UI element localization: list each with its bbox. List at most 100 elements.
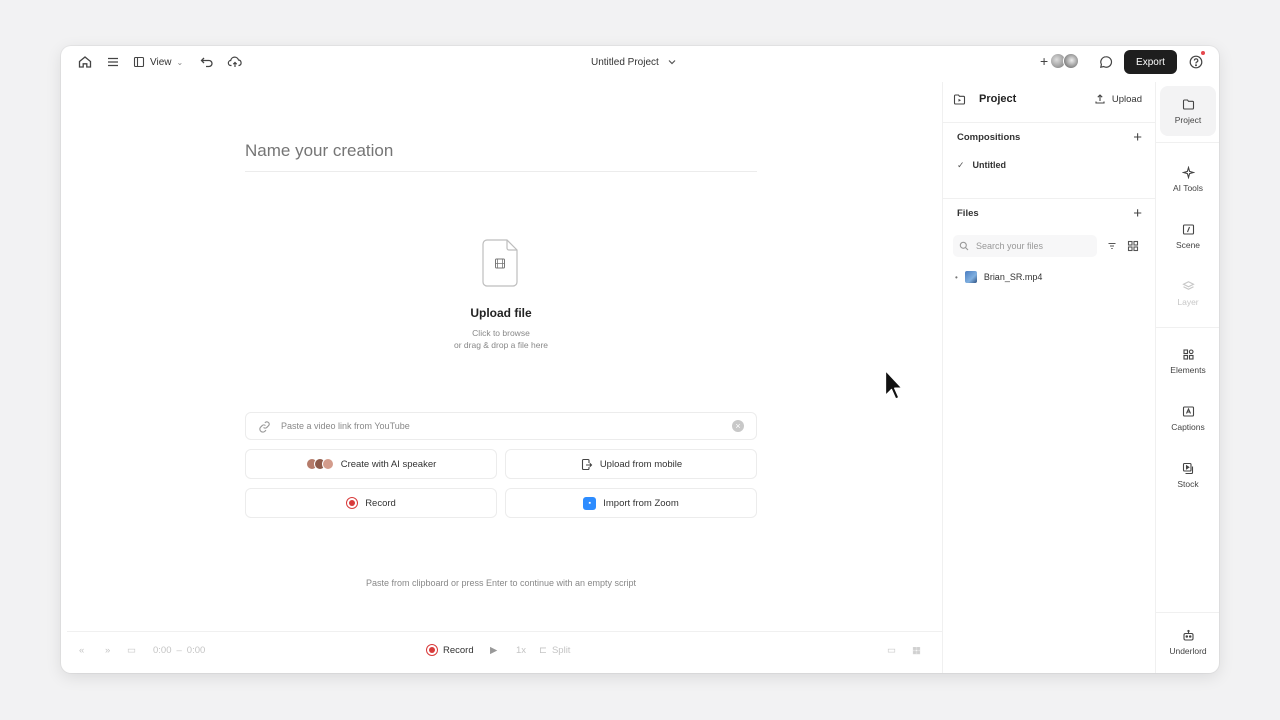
avatar bbox=[1063, 53, 1080, 69]
add-collaborator-icon[interactable]: + bbox=[1040, 54, 1048, 68]
script-icon[interactable]: ▭ bbox=[127, 642, 136, 658]
bottom-record-button[interactable]: Record bbox=[426, 642, 474, 658]
expand-bullet: • bbox=[955, 272, 958, 282]
captions-icon bbox=[1182, 405, 1194, 417]
rail-item-project[interactable]: Project bbox=[1160, 86, 1216, 136]
upload-sub-line: Click to browse bbox=[472, 328, 530, 338]
video-thumbnail bbox=[964, 271, 977, 283]
collaborators[interactable]: + bbox=[1040, 53, 1080, 69]
grid-view-icon[interactable]: ▦ bbox=[912, 642, 921, 658]
rail-item-layer[interactable]: Layer bbox=[1160, 268, 1216, 318]
project-title: Untitled Project bbox=[591, 56, 659, 68]
chevron-down-icon bbox=[668, 60, 676, 65]
mouse-cursor-icon bbox=[884, 369, 902, 400]
files-title: Files bbox=[957, 207, 979, 219]
import-from-zoom-label: Import from Zoom bbox=[603, 497, 679, 509]
undo-icon[interactable] bbox=[199, 54, 215, 70]
record-icon bbox=[346, 497, 359, 509]
record-label: Record bbox=[365, 497, 396, 509]
skip-back-icon[interactable]: « bbox=[79, 642, 84, 658]
skip-forward-icon[interactable]: » bbox=[105, 642, 110, 658]
youtube-placeholder: Paste a video link from YouTube bbox=[281, 421, 410, 431]
record-icon bbox=[426, 644, 438, 656]
empty-script-hint: Paste from clipboard or press Enter to c… bbox=[365, 578, 637, 588]
rail-label: Scene bbox=[1175, 239, 1201, 250]
playback-speed[interactable]: 1x bbox=[516, 642, 526, 658]
time-separator: – bbox=[176, 644, 182, 656]
tool-rail: Project AI Tools Scene Layer Elements Ca… bbox=[1155, 82, 1219, 673]
files-search-placeholder: Search your files bbox=[976, 241, 1044, 251]
split-button[interactable]: ⊏ Split bbox=[539, 642, 570, 658]
rail-label: Elements bbox=[1170, 364, 1206, 375]
view-menu-button[interactable]: View ⌄ bbox=[133, 54, 183, 70]
add-file-icon[interactable]: + bbox=[1133, 205, 1142, 222]
clear-icon[interactable]: × bbox=[732, 420, 744, 432]
rail-label: Underlord bbox=[1169, 645, 1207, 656]
upload-sub-line: or drag & drop a file here bbox=[453, 340, 549, 350]
files-search-input[interactable]: Search your files bbox=[953, 235, 1097, 257]
folder-icon bbox=[1182, 98, 1194, 110]
compositions-header: Compositions + bbox=[943, 123, 1156, 151]
file-item[interactable]: • Brian_SR.mp4 bbox=[943, 263, 1156, 291]
search-icon bbox=[959, 241, 969, 251]
upload-from-mobile-button[interactable]: Upload from mobile bbox=[505, 449, 757, 479]
divider bbox=[1156, 142, 1219, 143]
home-icon[interactable] bbox=[77, 54, 93, 70]
split-icon: ⊏ bbox=[539, 644, 547, 656]
upload-instructions: Click to browse or drag & drop a file he… bbox=[454, 327, 548, 351]
rail-item-elements[interactable]: Elements bbox=[1160, 336, 1216, 386]
files-section: Files + Search your files • Brian_SR.mp4 bbox=[943, 198, 1156, 291]
main-canvas: Upload file Click to browse or drag & dr… bbox=[67, 86, 942, 671]
compositions-title: Compositions bbox=[957, 131, 1021, 143]
filter-icon[interactable] bbox=[1107, 241, 1117, 251]
cloud-sync-icon[interactable] bbox=[227, 54, 243, 70]
bottom-record-label: Record bbox=[443, 644, 474, 656]
export-button[interactable]: Export bbox=[1124, 50, 1177, 74]
project-folder-icon bbox=[953, 93, 966, 105]
scene-icon bbox=[1182, 223, 1194, 235]
record-button[interactable]: Record bbox=[245, 488, 497, 518]
add-composition-icon[interactable]: + bbox=[1133, 129, 1142, 146]
upload-from-mobile-label: Upload from mobile bbox=[599, 458, 683, 470]
play-icon[interactable]: ▶ bbox=[490, 642, 497, 658]
link-icon bbox=[258, 420, 271, 433]
composition-item[interactable]: ✓ Untitled bbox=[943, 151, 1156, 179]
stock-media-icon bbox=[1182, 462, 1193, 474]
import-from-zoom-button[interactable]: ▪ Import from Zoom bbox=[505, 488, 757, 518]
elements-icon bbox=[1182, 348, 1194, 360]
project-title-dropdown[interactable]: Untitled Project bbox=[591, 54, 677, 70]
view-label: View bbox=[150, 56, 172, 68]
time-display: 0:00 – 0:00 bbox=[153, 642, 205, 658]
creation-name-input[interactable] bbox=[245, 138, 757, 172]
top-bar: View ⌄ Untitled Project + Export bbox=[61, 46, 1219, 78]
sparkle-icon bbox=[1181, 165, 1195, 179]
menu-icon[interactable] bbox=[105, 54, 121, 70]
captions-toggle-icon[interactable]: ▭ bbox=[887, 642, 896, 658]
create-ai-speaker-button[interactable]: Create with AI speaker bbox=[245, 449, 497, 479]
time-current: 0:00 bbox=[153, 644, 172, 656]
rail-item-stock[interactable]: Stock bbox=[1160, 450, 1216, 500]
divider bbox=[1156, 612, 1219, 613]
help-icon[interactable] bbox=[1188, 54, 1204, 70]
youtube-link-input[interactable]: Paste a video link from YouTube × bbox=[245, 412, 757, 440]
rail-item-ai-tools[interactable]: AI Tools bbox=[1160, 154, 1216, 204]
rail-item-captions[interactable]: Captions bbox=[1160, 393, 1216, 443]
grid-view-icon[interactable] bbox=[1127, 240, 1139, 252]
files-search-row: Search your files bbox=[953, 235, 1146, 257]
time-total: 0:00 bbox=[186, 644, 206, 656]
compositions-section: Compositions + ✓ Untitled bbox=[943, 122, 1156, 179]
panel-upload-button[interactable]: Upload bbox=[1094, 93, 1142, 105]
panel-header: Project Upload bbox=[943, 82, 1156, 116]
split-label: Split bbox=[551, 644, 571, 656]
rail-label: Project bbox=[1174, 114, 1202, 125]
chevron-down-icon: ⌄ bbox=[176, 57, 184, 67]
divider bbox=[1156, 327, 1219, 328]
check-icon: ✓ bbox=[957, 159, 965, 170]
zoom-icon: ▪ bbox=[583, 496, 597, 510]
rail-item-underlord[interactable]: Underlord bbox=[1160, 617, 1216, 667]
comment-icon[interactable] bbox=[1098, 54, 1114, 70]
upload-dropzone[interactable]: Upload file Click to browse or drag & dr… bbox=[245, 186, 757, 398]
rail-item-scene[interactable]: Scene bbox=[1160, 211, 1216, 261]
rail-label: Stock bbox=[1177, 478, 1199, 489]
files-header: Files + bbox=[943, 199, 1156, 227]
